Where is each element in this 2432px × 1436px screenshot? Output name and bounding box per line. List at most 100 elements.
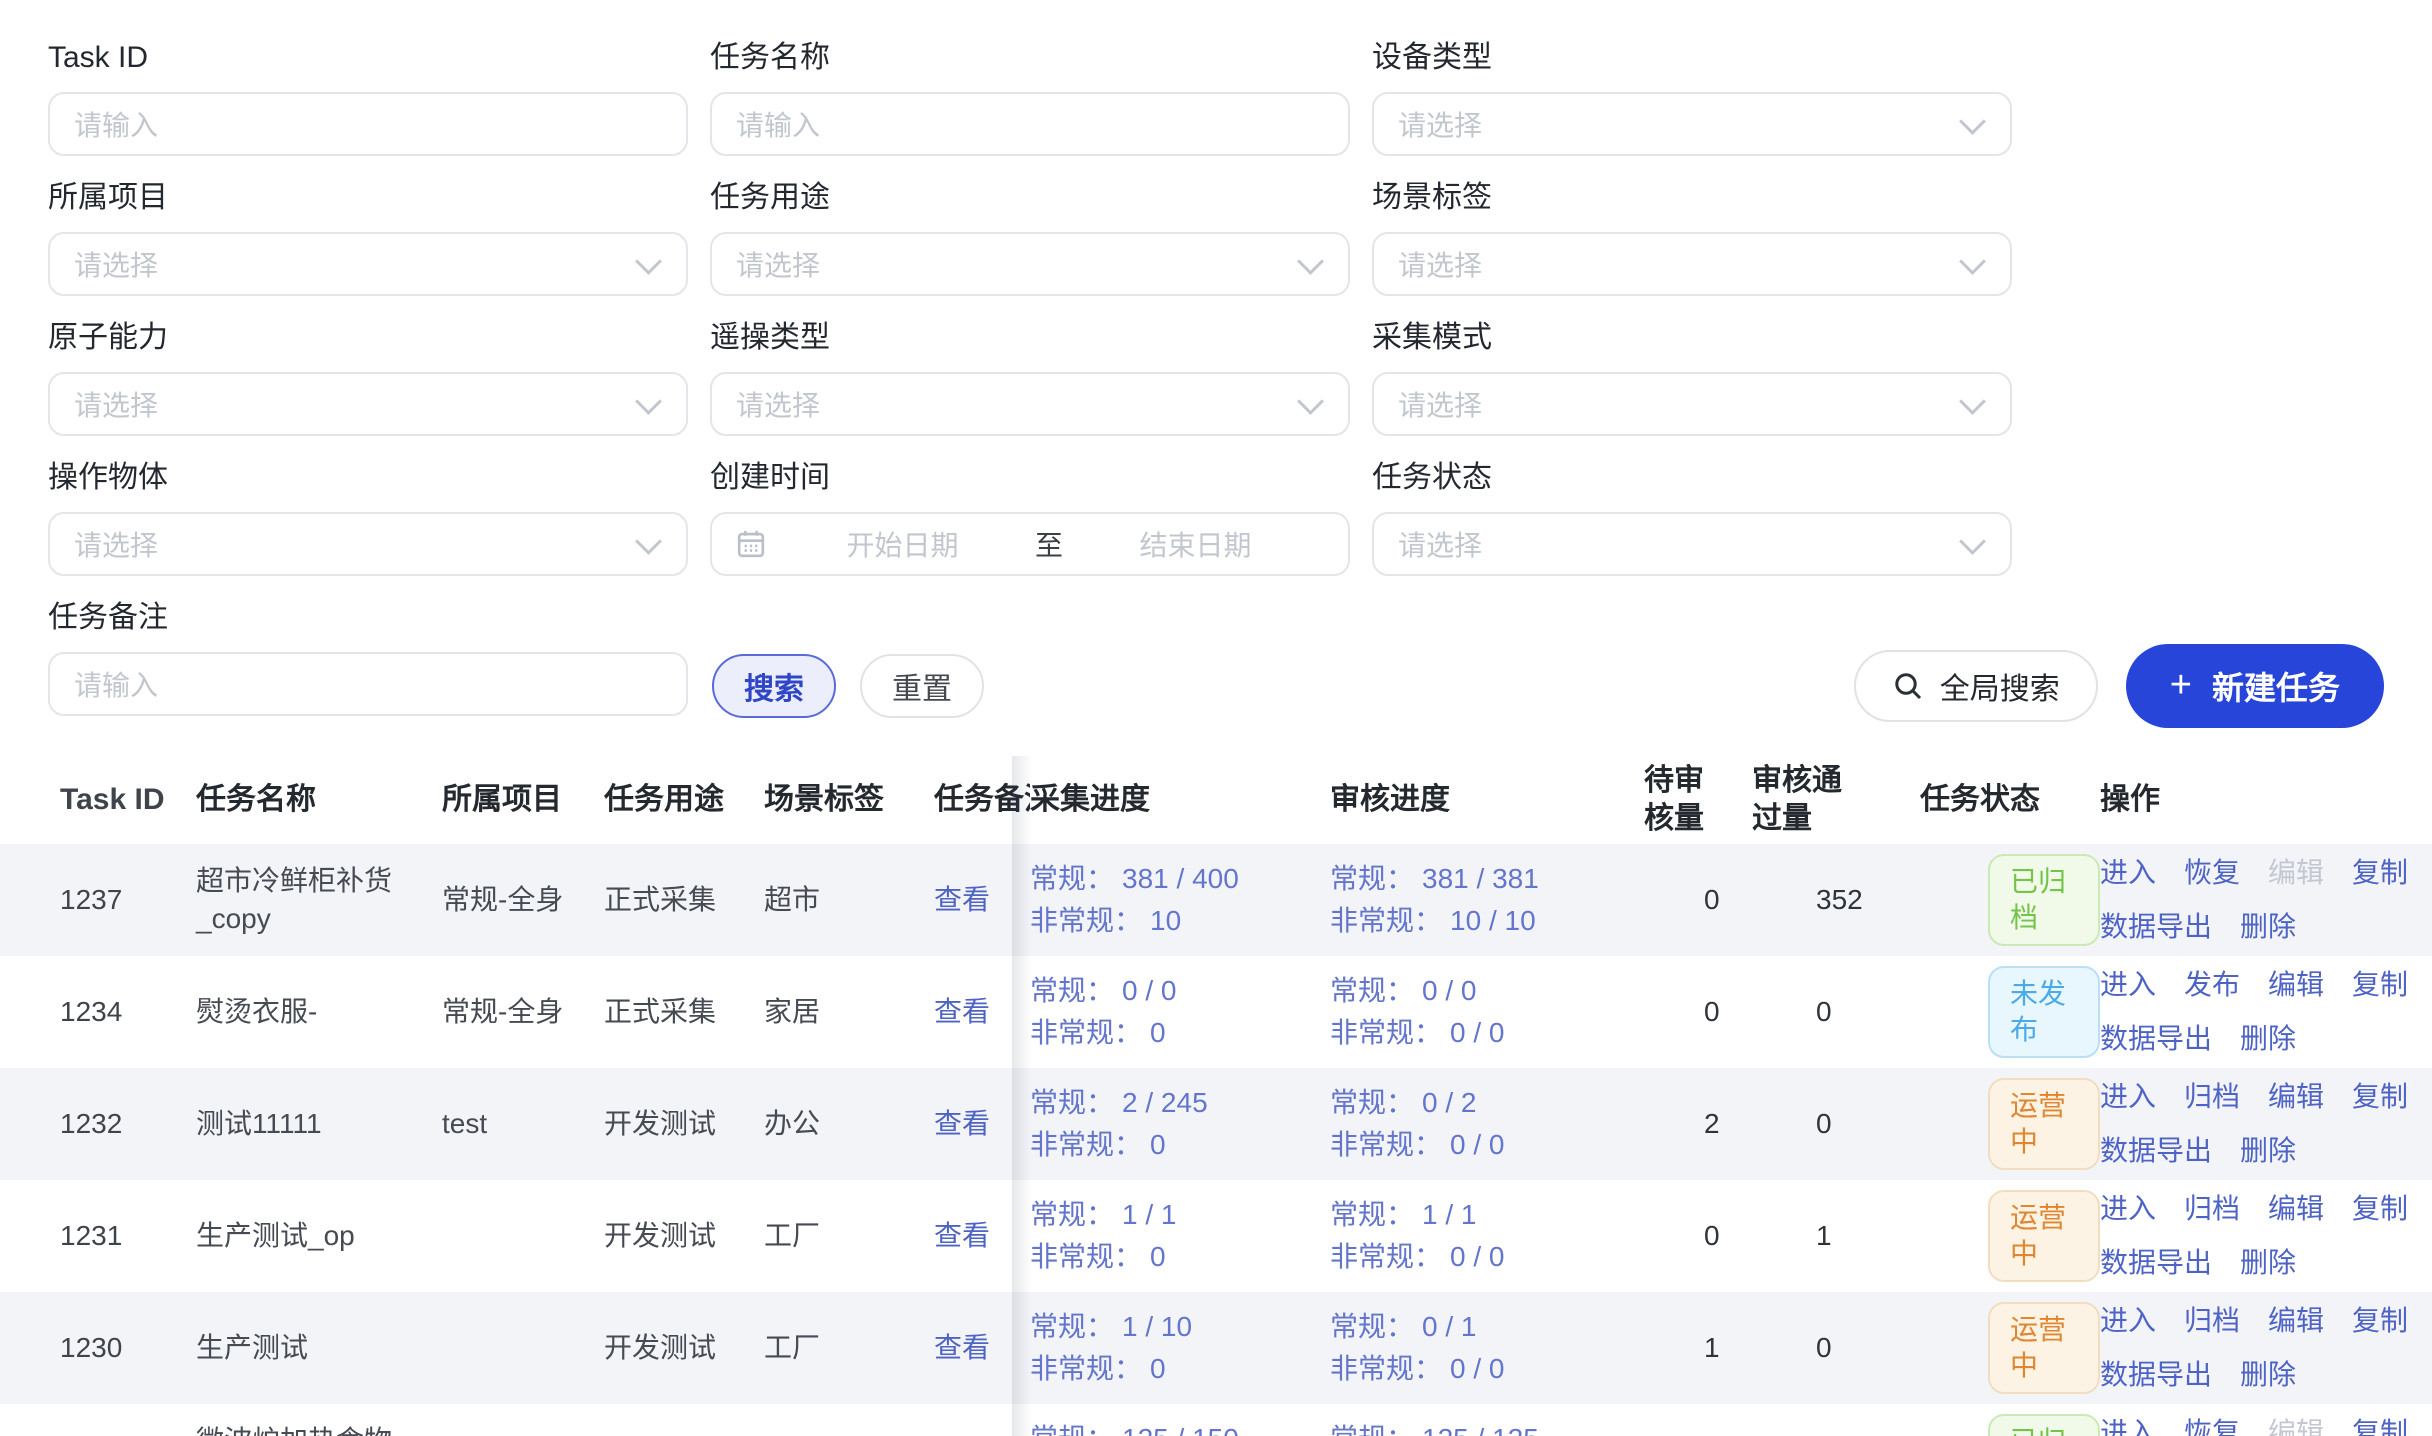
view-remark-link[interactable]: 查看: [934, 1332, 990, 1363]
progress-value: 0 / 1: [1422, 1311, 1476, 1342]
cell-status: 运营中: [1920, 1190, 2100, 1282]
action-link-复制[interactable]: 复制: [2352, 1414, 2408, 1436]
select-field[interactable]: 请选择: [1372, 372, 2012, 436]
progress-value: 10: [1150, 905, 1181, 936]
col-pending-count: 待审核量: [1644, 762, 1752, 838]
select-field[interactable]: 请选择: [710, 372, 1350, 436]
action-link-编辑[interactable]: 编辑: [2268, 1078, 2324, 1116]
action-link-归档[interactable]: 归档: [2184, 1302, 2240, 1340]
select-field[interactable]: 请选择: [1372, 232, 2012, 296]
view-remark-link[interactable]: 查看: [934, 884, 990, 915]
cell-approved-count: 0: [1752, 993, 1920, 1031]
progress-label: 常规：: [1030, 1087, 1114, 1118]
select-field[interactable]: 请选择: [1372, 512, 2012, 576]
search-button[interactable]: 搜索: [712, 654, 836, 718]
reset-button[interactable]: 重置: [860, 654, 984, 718]
action-line: 数据导出删除: [2100, 1356, 2416, 1394]
view-remark-link[interactable]: 查看: [934, 1220, 990, 1251]
cell-pending-count: 1: [1644, 1329, 1752, 1367]
progress-line: 常规：125 / 150: [1030, 1420, 1306, 1436]
action-link-删除[interactable]: 删除: [2240, 1020, 2296, 1058]
view-remark-link[interactable]: 查看: [934, 1108, 990, 1139]
cell-remark: 查看: [926, 1217, 1030, 1255]
global-search-button[interactable]: 全局搜索: [1854, 650, 2098, 722]
cell-actions: 进入恢复编辑复制数据导出删除: [2100, 854, 2432, 946]
placeholder-text: 请选择: [1398, 104, 1482, 144]
progress-label: 常规：: [1030, 1423, 1114, 1436]
action-link-归档[interactable]: 归档: [2184, 1190, 2240, 1228]
action-link-进入[interactable]: 进入: [2100, 1414, 2156, 1436]
action-link-数据导出[interactable]: 数据导出: [2100, 1132, 2212, 1170]
action-link-删除[interactable]: 删除: [2240, 908, 2296, 946]
cell-approved-count: 352: [1752, 881, 1920, 919]
select-field[interactable]: 请选择: [48, 372, 688, 436]
chevron-down-icon: [635, 528, 662, 555]
date-range-picker[interactable]: 开始日期至结束日期: [710, 512, 1350, 576]
action-link-编辑[interactable]: 编辑: [2268, 966, 2324, 1004]
filter-field: 任务名称请输入: [710, 36, 1350, 156]
progress-label: 常规：: [1330, 863, 1414, 894]
text-input-field[interactable]: 请输入: [48, 92, 688, 156]
filter-field: Task ID请输入: [48, 36, 688, 156]
action-link-删除[interactable]: 删除: [2240, 1244, 2296, 1282]
date-start-placeholder: 开始日期: [774, 524, 1031, 564]
create-task-button[interactable]: + 新建任务: [2126, 644, 2384, 728]
progress-value: 381 / 381: [1422, 863, 1539, 894]
action-link-复制[interactable]: 复制: [2352, 854, 2408, 892]
action-link-进入[interactable]: 进入: [2100, 1078, 2156, 1116]
cell-status: 已归档: [1920, 1414, 2100, 1436]
action-link-编辑[interactable]: 编辑: [2268, 1190, 2324, 1228]
progress-line: 非常规：0 / 0: [1330, 1350, 1620, 1388]
create-task-label: 新建任务: [2212, 663, 2340, 709]
progress-line: 常规：1 / 1: [1330, 1196, 1620, 1234]
select-field[interactable]: 请选择: [48, 232, 688, 296]
view-remark-link[interactable]: 查看: [934, 996, 990, 1027]
cell-pending-count: 2: [1644, 1105, 1752, 1143]
cell-remark: 查看: [926, 881, 1030, 919]
action-link-数据导出[interactable]: 数据导出: [2100, 1356, 2212, 1394]
filter-field-label: 遥操类型: [710, 316, 1350, 360]
action-link-复制[interactable]: 复制: [2352, 1190, 2408, 1228]
select-field[interactable]: 请选择: [710, 232, 1350, 296]
progress-value: 0 / 2: [1422, 1087, 1476, 1118]
text-input-field[interactable]: 请输入: [48, 652, 688, 716]
action-link-进入[interactable]: 进入: [2100, 966, 2156, 1004]
col-status: 任务状态: [1920, 781, 2100, 819]
action-link-恢复[interactable]: 恢复: [2184, 1414, 2240, 1436]
action-link-归档[interactable]: 归档: [2184, 1078, 2240, 1116]
action-link-数据导出[interactable]: 数据导出: [2100, 908, 2212, 946]
cell-project: test: [442, 1105, 604, 1143]
col-purpose: 任务用途: [604, 781, 764, 819]
action-link-删除[interactable]: 删除: [2240, 1356, 2296, 1394]
action-link-编辑: 编辑: [2268, 854, 2324, 892]
action-link-复制[interactable]: 复制: [2352, 1302, 2408, 1340]
cell-status: 运营中: [1920, 1078, 2100, 1170]
action-link-复制[interactable]: 复制: [2352, 966, 2408, 1004]
action-link-发布[interactable]: 发布: [2184, 966, 2240, 1004]
action-link-进入[interactable]: 进入: [2100, 854, 2156, 892]
chevron-down-icon: [1959, 108, 1986, 135]
select-field[interactable]: 请选择: [1372, 92, 2012, 156]
action-link-编辑[interactable]: 编辑: [2268, 1302, 2324, 1340]
text-input-field[interactable]: 请输入: [710, 92, 1350, 156]
cell-remark: 查看: [926, 993, 1030, 1031]
select-field[interactable]: 请选择: [48, 512, 688, 576]
action-link-删除[interactable]: 删除: [2240, 1132, 2296, 1170]
action-link-数据导出[interactable]: 数据导出: [2100, 1244, 2212, 1282]
action-link-进入[interactable]: 进入: [2100, 1302, 2156, 1340]
placeholder-text: 请输入: [736, 104, 820, 144]
col-task-name: 任务名称: [196, 781, 442, 819]
action-line: 进入恢复编辑复制: [2100, 1414, 2416, 1436]
action-line: 进入归档编辑复制: [2100, 1302, 2416, 1340]
action-link-进入[interactable]: 进入: [2100, 1190, 2156, 1228]
action-link-恢复[interactable]: 恢复: [2184, 854, 2240, 892]
cell-purpose: 正式采集: [604, 993, 764, 1031]
action-link-复制[interactable]: 复制: [2352, 1078, 2408, 1116]
progress-value: 1 / 1: [1122, 1199, 1176, 1230]
cell-task-name: 测试11111: [196, 1105, 442, 1143]
filter-field: 场景标签请选择: [1372, 176, 2012, 296]
progress-label: 非常规：: [1030, 905, 1142, 936]
progress-value: 0 / 0: [1450, 1241, 1504, 1272]
search-icon: [1892, 670, 1924, 702]
action-link-数据导出[interactable]: 数据导出: [2100, 1020, 2212, 1058]
